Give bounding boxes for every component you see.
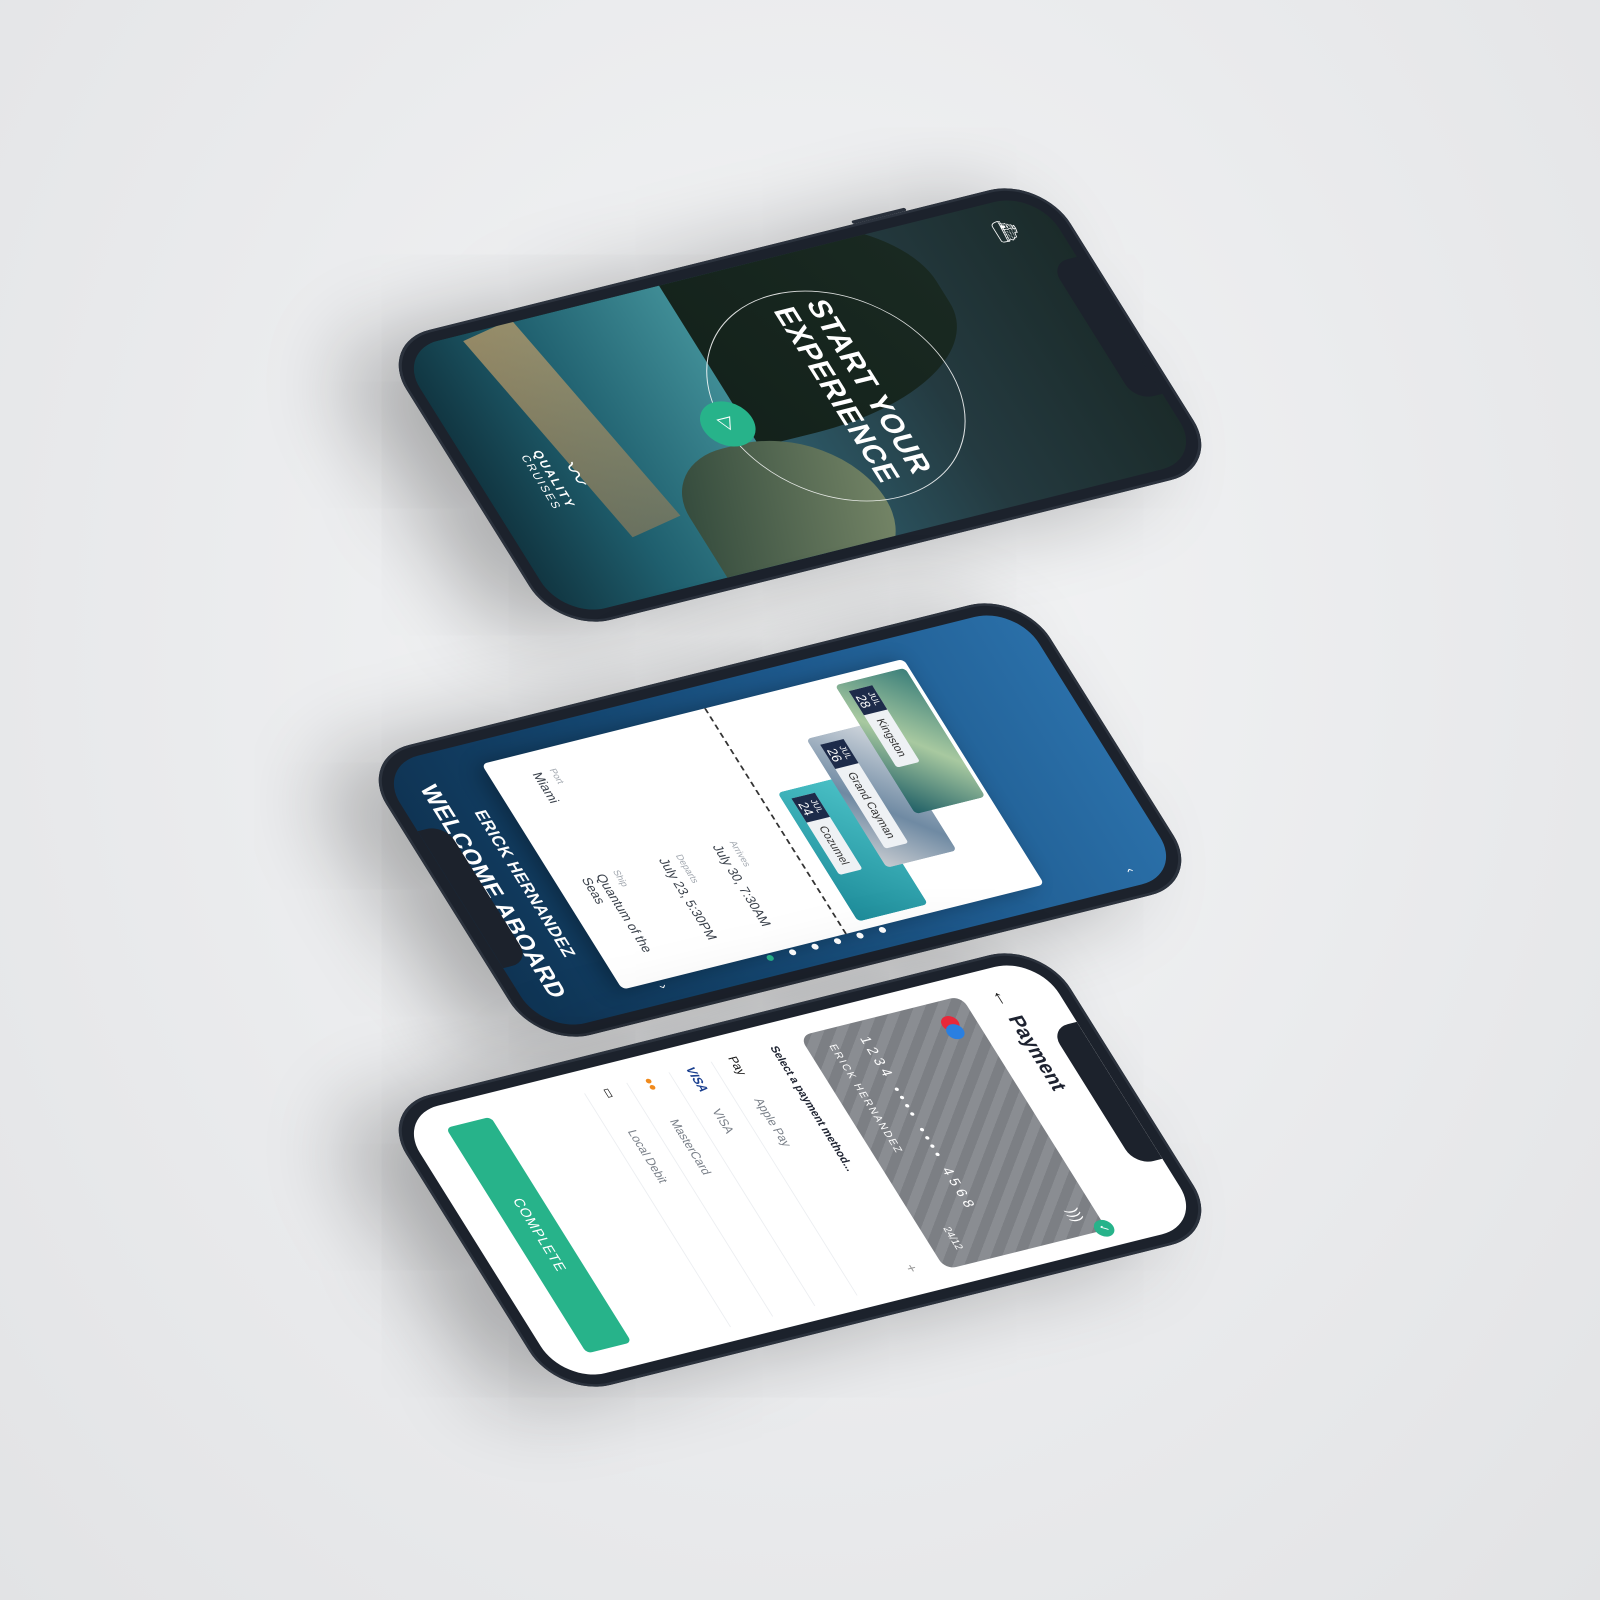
chevron-right-icon[interactable]: › bbox=[656, 983, 673, 990]
page-dot[interactable] bbox=[855, 931, 865, 940]
back-arrow-icon[interactable]: ← bbox=[985, 986, 1020, 1010]
splash-screen: ⛴ START YOUR EXPERIENCE ▷ 〰 QUALITY CRUI… bbox=[396, 191, 1204, 619]
ship-icon[interactable]: ⛴ bbox=[987, 217, 1025, 245]
play-icon: ▷ bbox=[714, 415, 742, 433]
complete-button[interactable]: COMPLETE bbox=[445, 1116, 632, 1354]
notch bbox=[1049, 256, 1163, 401]
ship-field: Ship Quantum of the Seas bbox=[579, 869, 686, 984]
chevron-left-icon[interactable]: ‹ bbox=[1123, 866, 1140, 873]
page-dot-active[interactable] bbox=[765, 954, 776, 962]
notch bbox=[1049, 1021, 1163, 1166]
debit-card-icon: ▭ bbox=[599, 1086, 619, 1100]
mastercard-logo-icon bbox=[933, 1014, 968, 1042]
port-field: Port Miami bbox=[529, 768, 575, 805]
page-dot[interactable] bbox=[832, 937, 843, 945]
visa-icon: VISA bbox=[683, 1065, 713, 1094]
contactless-icon: ))) bbox=[1062, 1206, 1087, 1224]
page-dot[interactable] bbox=[787, 948, 798, 956]
check-icon: ✓ bbox=[1090, 1217, 1119, 1239]
apple-pay-icon: Pay bbox=[725, 1054, 751, 1077]
phone-splash: ⛴ START YOUR EXPERIENCE ▷ 〰 QUALITY CRUI… bbox=[377, 177, 1223, 633]
welcome-screen: WELCOME ABOARD ERICK HERNANDEZ Ship Quan… bbox=[376, 606, 1184, 1034]
card-expiry: 24/12 bbox=[940, 1225, 965, 1251]
add-icon[interactable]: + bbox=[900, 1263, 921, 1275]
phone-payment: ← Payment ))) 1234 •••• •••• 4568 ERICK … bbox=[377, 942, 1223, 1398]
phone-welcome: WELCOME ABOARD ERICK HERNANDEZ Ship Quan… bbox=[357, 592, 1203, 1048]
page-dot[interactable] bbox=[810, 943, 820, 951]
volume-button bbox=[851, 207, 907, 225]
payment-screen: ← Payment ))) 1234 •••• •••• 4568 ERICK … bbox=[396, 956, 1204, 1384]
method-name: VISA bbox=[709, 1107, 738, 1135]
page-dot[interactable] bbox=[877, 926, 888, 934]
mastercard-icon: ●● bbox=[641, 1075, 663, 1092]
